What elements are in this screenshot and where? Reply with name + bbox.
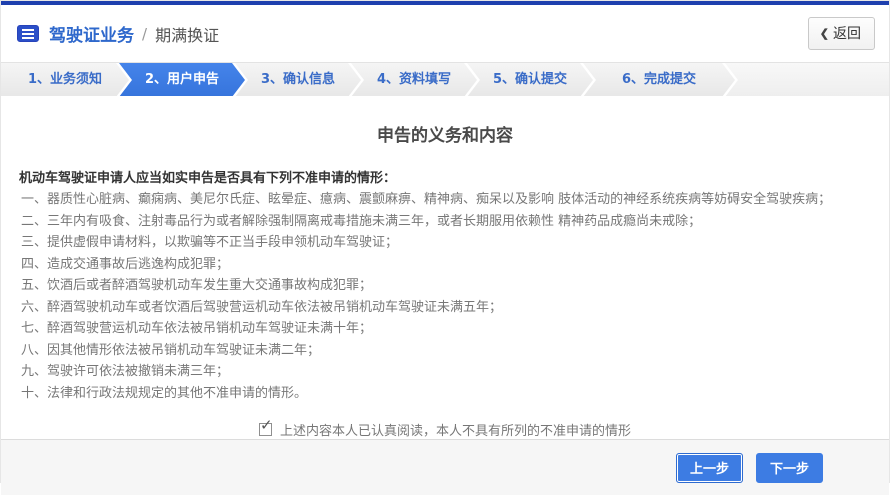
rule-item-8: 八、因其他情形依法被吊销机动车驾驶证未满二年； [21,340,889,362]
wizard-step-5: 5、确认提交 [467,63,593,96]
chevron-left-icon: ❮ [820,27,829,40]
main-content: 申告的义务和内容 机动车驾驶证申请人应当如实申告是否具有下列不准申请的情形： 一… [1,96,889,439]
rule-item-7: 七、醉酒驾驶营运机动车依法被吊销机动车驾驶证未满十年； [21,318,889,340]
footer-action-bar: 上一步 下一步 [1,439,889,495]
rule-item-1: 一、器质性心脏病、癫痫病、美尼尔氏症、眩晕症、癔病、震颤麻痹、精神病、痴呆以及影… [21,189,889,211]
list-icon [17,25,39,42]
wizard-step-2-active: 2、用户申告 [119,63,245,96]
wizard-step-filler [725,63,889,96]
back-button[interactable]: ❮ 返回 [808,17,875,50]
rule-item-9: 九、驾驶许可依法被撤销未满三年； [21,361,889,383]
wizard-step-1: 1、业务须知 [1,63,129,96]
rule-item-2: 二、三年内有吸食、注射毒品行为或者解除强制隔离戒毒措施未满三年，或者长期服用依赖… [21,211,889,233]
breadcrumb-page-title: 期满换证 [155,22,219,46]
rule-item-5: 五、饮酒后或者醉酒驾驶机动车发生重大交通事故构成犯罪； [21,275,889,297]
wizard-step-4: 4、资料填写 [351,63,477,96]
breadcrumb-separator: / [142,25,147,43]
rule-item-3: 三、提供虚假申请材料，以欺骗等不正当手段申领机动车驾驶证； [21,232,889,254]
wizard-step-6: 6、完成提交 [583,63,735,96]
agreement-checkbox[interactable]: ✓ [259,423,272,436]
rule-list: 一、器质性心脏病、癫痫病、美尼尔氏症、眩晕症、癔病、震颤麻痹、精神病、痴呆以及影… [1,189,889,404]
previous-step-button[interactable]: 上一步 [676,453,743,483]
check-icon: ✓ [260,418,273,433]
agreement-label[interactable]: 上述内容本人已认真阅读，本人不具有所列的不准申请的情形 [280,420,631,439]
page-title: 申告的义务和内容 [1,121,889,146]
wizard-step-3: 3、确认信息 [235,63,361,96]
next-step-button[interactable]: 下一步 [756,453,823,483]
rule-item-6: 六、醉酒驾驶机动车或者饮酒后驾驶营运机动车依法被吊销机动车驾驶证未满五年； [21,297,889,319]
page: 驾驶证业务 / 期满换证 ❮ 返回 1、业务须知 2、用户申告 3、确认信息 4… [0,0,890,483]
rule-item-10: 十、法律和行政法规规定的其他不准申请的情形。 [21,383,889,405]
step-indicator: 1、业务须知 2、用户申告 3、确认信息 4、资料填写 5、确认提交 6、完成提… [1,62,889,96]
back-button-label: 返回 [833,23,861,43]
breadcrumb-section-title: 驾驶证业务 [49,21,134,46]
rule-item-4: 四、造成交通事故后逃逸构成犯罪； [21,254,889,276]
agreement-row: ✓ 上述内容本人已认真阅读，本人不具有所列的不准申请的情形 [1,420,889,439]
header: 驾驶证业务 / 期满换证 ❮ 返回 [1,5,889,62]
declaration-intro: 机动车驾驶证申请人应当如实申告是否具有下列不准申请的情形： [1,168,889,189]
